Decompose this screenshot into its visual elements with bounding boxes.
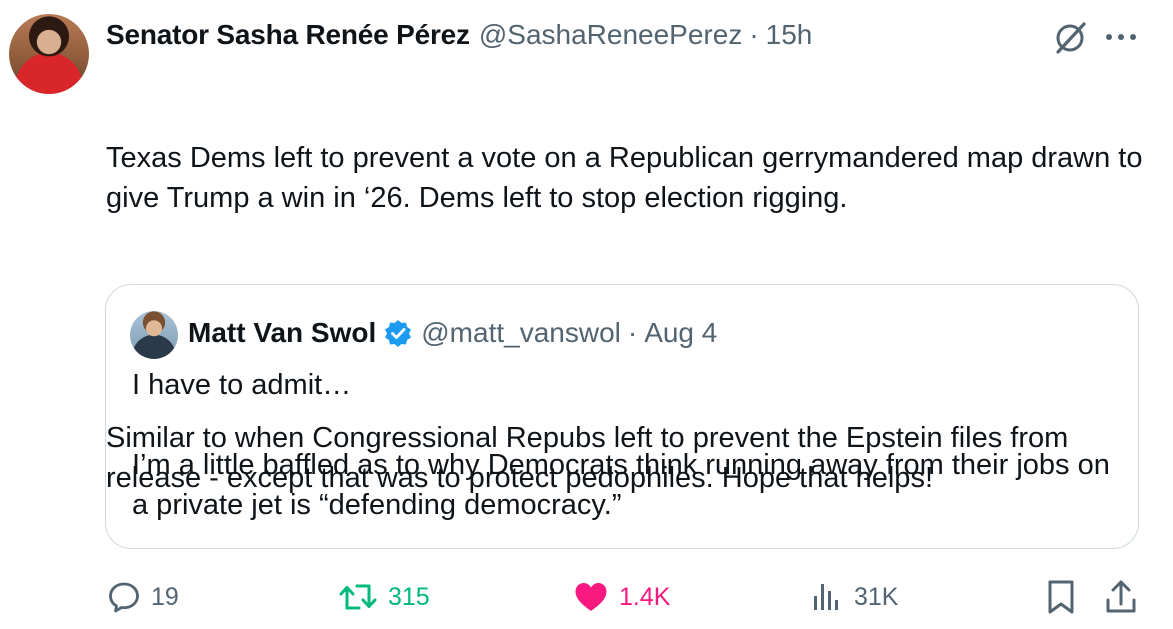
reply-count: 19 <box>151 582 179 611</box>
quote-paragraph: I have to admit… <box>132 369 352 401</box>
views-icon <box>814 584 838 610</box>
retweet-icon <box>339 584 377 610</box>
quote-author-avatar[interactable] <box>130 311 178 359</box>
tweet-time[interactable]: 15h <box>766 19 813 51</box>
quote-text: I have to admit… I’m a little baffled as… <box>132 365 1122 525</box>
tweet-paragraph: Texas Dems left to prevent a vote on a R… <box>106 142 1151 214</box>
heart-icon <box>575 583 607 611</box>
quoted-tweet[interactable]: Matt Van Swol @matt_vanswol · Aug 4 I ha… <box>105 284 1139 549</box>
share-button[interactable] <box>1103 572 1139 622</box>
separator-dot: · <box>627 317 638 348</box>
views-button[interactable]: 31K <box>810 572 898 622</box>
reply-icon <box>109 582 139 613</box>
separator-dot: · <box>749 19 759 50</box>
previous-tweet-fragment <box>60 0 360 2</box>
quote-header: Matt Van Swol @matt_vanswol · Aug 4 <box>188 313 717 353</box>
verified-icon <box>385 320 412 347</box>
grok-icon[interactable] <box>1052 20 1088 56</box>
views-count: 31K <box>854 582 899 611</box>
bookmark-button[interactable] <box>1045 572 1077 622</box>
quote-author-handle[interactable]: @matt_vanswol <box>421 317 621 349</box>
reply-button[interactable]: 19 <box>107 572 179 622</box>
share-icon <box>1106 580 1136 613</box>
like-button[interactable]: 1.4K <box>573 572 670 622</box>
quote-author-display-name[interactable]: Matt Van Swol <box>188 317 376 349</box>
more-icon[interactable] <box>1101 22 1141 52</box>
author-display-name[interactable]: Senator Sasha Renée Pérez <box>106 19 470 51</box>
retweet-button[interactable]: 315 <box>338 572 430 622</box>
action-bar: 19 315 1.4K 31K <box>0 572 1173 622</box>
like-count: 1.4K <box>619 582 671 611</box>
bookmark-icon <box>1048 580 1074 614</box>
quote-time[interactable]: Aug 4 <box>644 317 717 349</box>
author-handle[interactable]: @SashaReneePerez <box>479 19 742 51</box>
quote-paragraph: I’m a little baffled as to why Democrats… <box>132 449 1110 521</box>
author-avatar[interactable] <box>9 14 89 94</box>
retweet-count: 315 <box>388 582 430 611</box>
tweet-header: Senator Sasha Renée Pérez @SashaReneePer… <box>106 15 812 55</box>
